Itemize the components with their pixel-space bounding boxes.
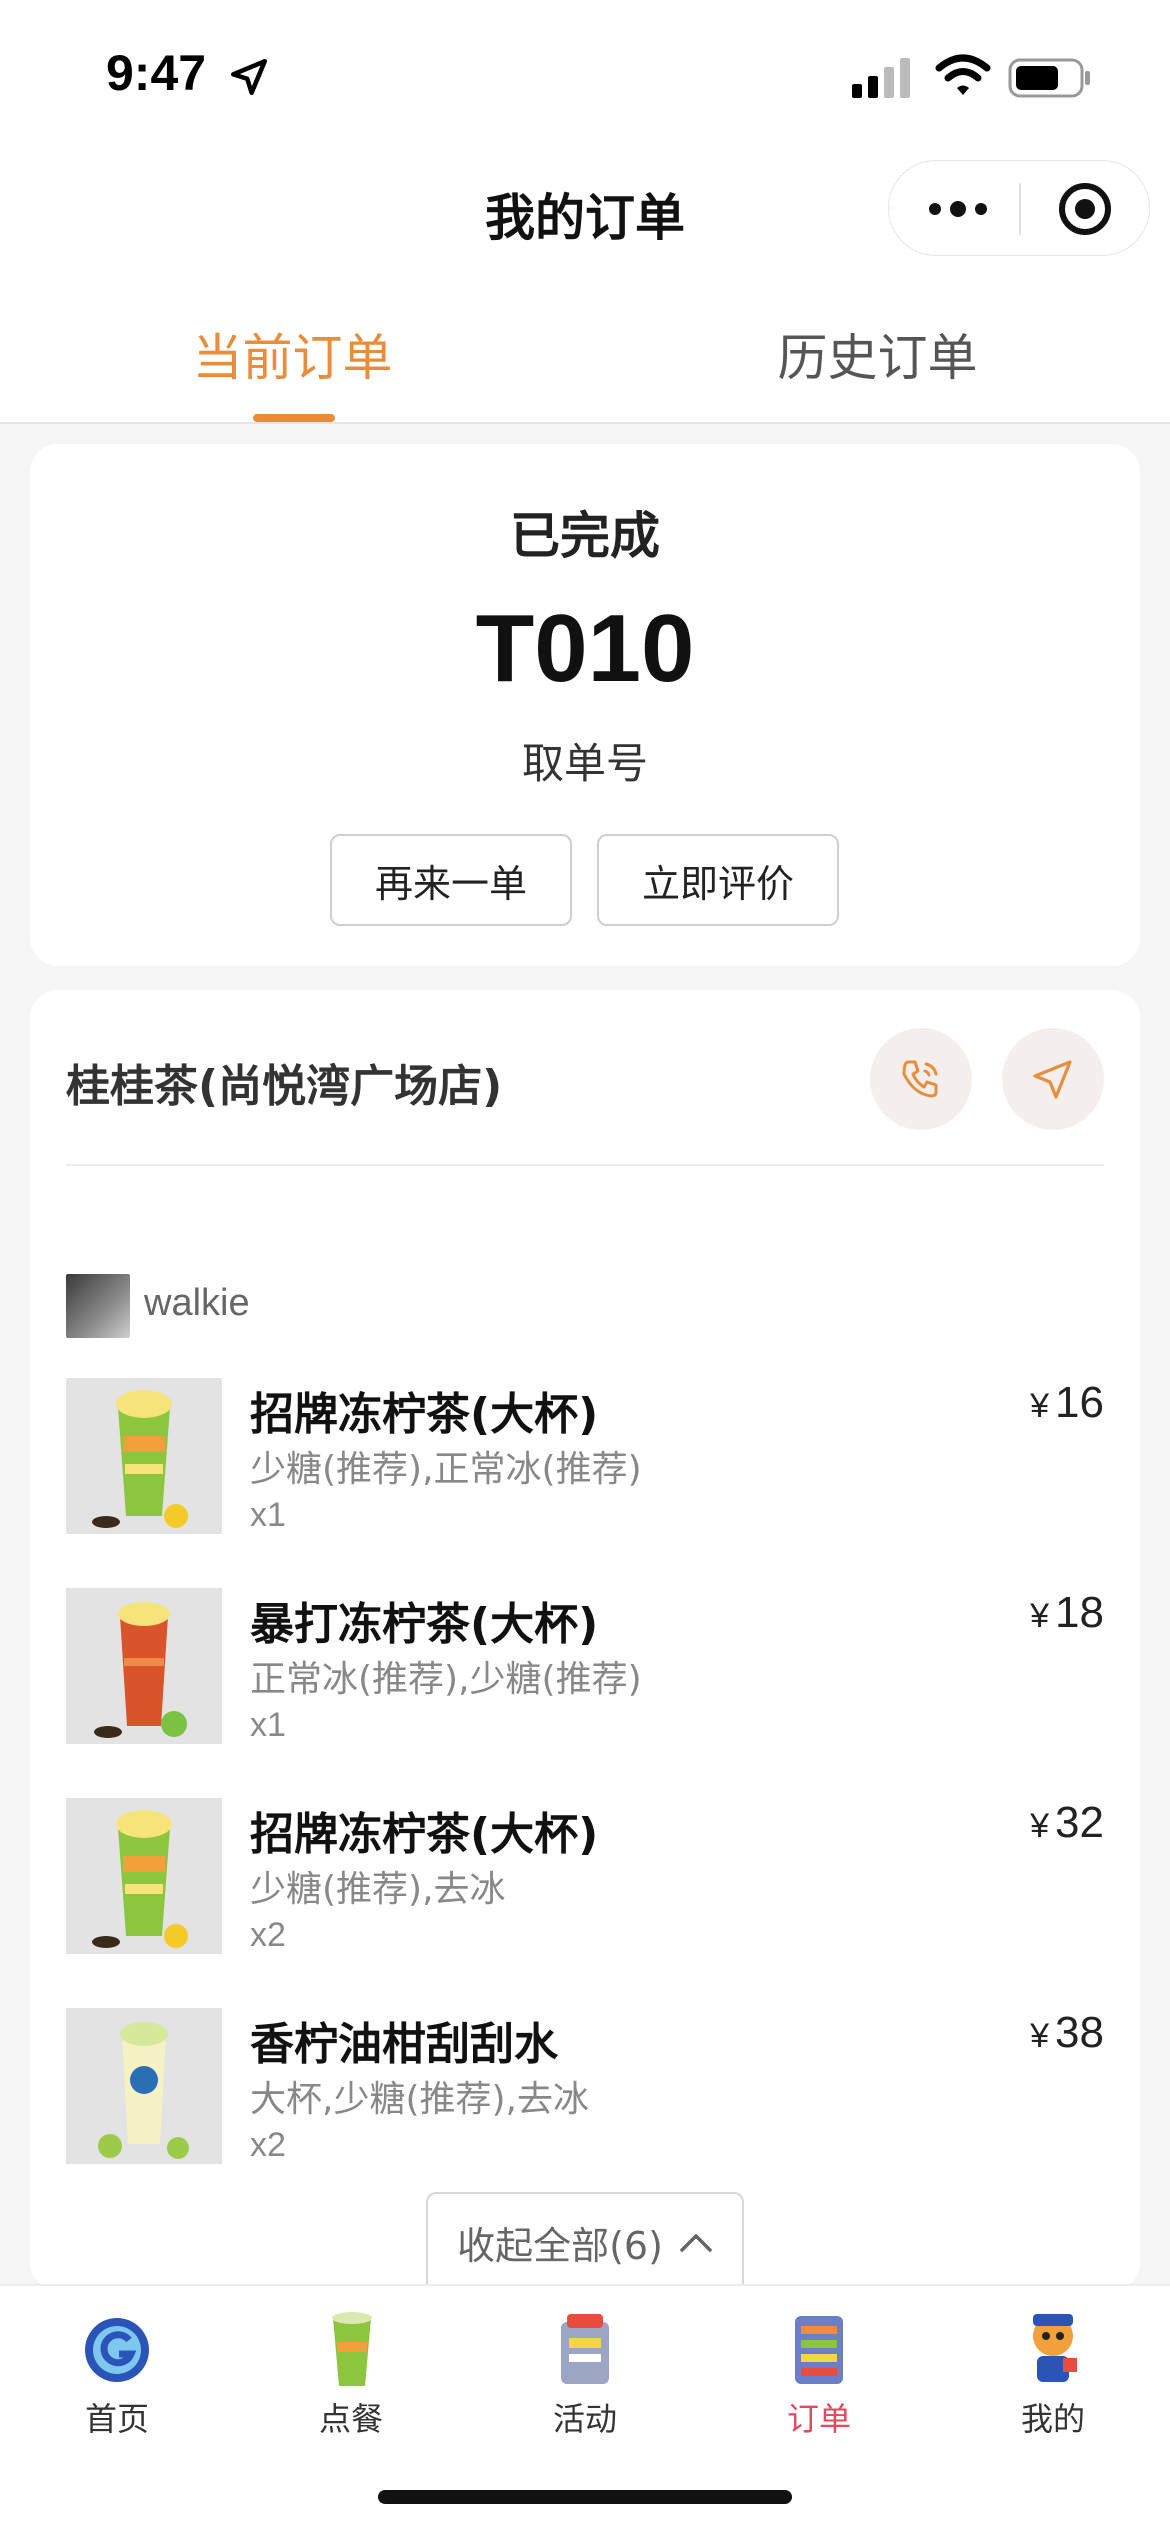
order-item: 暴打冻柠茶(大杯) 正常冰(推荐),少糖(推荐) x1 ¥18 <box>30 1588 1140 1768</box>
tabbar-label: 订单 <box>786 2400 851 2438</box>
capsule-divider <box>1019 183 1021 235</box>
call-store-button[interactable] <box>870 1028 972 1130</box>
location-arrow-icon <box>230 58 268 96</box>
item-quantity: x2 <box>250 2126 286 2164</box>
item-spec: 正常冰(推荐),少糖(推荐) <box>250 1659 642 1700</box>
tab-current-orders[interactable]: 当前订单 <box>0 318 585 390</box>
currency-symbol: ¥ <box>1030 1807 1050 1845</box>
tabbar-label: 活动 <box>552 2400 617 2438</box>
mascot-icon <box>1033 2314 1077 2382</box>
store-divider <box>66 1164 1104 1166</box>
currency-symbol: ¥ <box>1030 1387 1050 1425</box>
item-spec: 少糖(推荐),去冰 <box>250 1869 506 1910</box>
order-tabs: 当前订单 历史订单 <box>0 270 1170 424</box>
item-name: 招牌冻柠茶(大杯) <box>250 1389 599 1440</box>
currency-symbol: ¥ <box>1030 2017 1050 2055</box>
order-icon <box>795 2316 843 2384</box>
item-name: 香柠油柑刮刮水 <box>250 2019 558 2070</box>
item-quantity: x2 <box>250 1916 286 1954</box>
status-bar: 9:47 <box>0 0 1170 150</box>
item-name: 招牌冻柠茶(大杯) <box>250 1809 599 1860</box>
order-item: 香柠油柑刮刮水 大杯,少糖(推荐),去冰 x2 ¥38 <box>30 2008 1140 2188</box>
user-avatar <box>66 1274 130 1338</box>
more-dots-icon[interactable] <box>927 193 989 225</box>
currency-symbol: ¥ <box>1030 1597 1050 1635</box>
collapse-all-button[interactable]: 收起全部(6) <box>426 2192 744 2290</box>
tabbar-label: 点餐 <box>318 2400 383 2438</box>
collapse-label: 收起全部(6) <box>457 2223 663 2268</box>
order-item: 招牌冻柠茶(大杯) 少糖(推荐),去冰 x2 ¥32 <box>30 1798 1140 1978</box>
price-value: 32 <box>1055 1798 1104 1847</box>
tabbar-label: 首页 <box>84 2400 149 2438</box>
lemon-tea-green-cup-image <box>66 1378 222 1534</box>
home-logo-icon <box>85 2318 149 2382</box>
battery-icon <box>1008 58 1090 98</box>
status-time: 9:47 <box>106 45 207 101</box>
tabbar-item-me[interactable]: 我的 <box>936 2302 1170 2452</box>
tabbar-item-order-food[interactable]: 点餐 <box>234 2302 468 2452</box>
item-price: ¥16 <box>1030 1378 1104 1428</box>
item-price: ¥32 <box>1030 1798 1104 1848</box>
lemon-tea-red-cup-image <box>66 1588 222 1744</box>
navigate-store-button[interactable] <box>1002 1028 1104 1130</box>
item-spec: 少糖(推荐),正常冰(推荐) <box>250 1449 642 1490</box>
item-quantity: x1 <box>250 1706 286 1744</box>
reorder-button[interactable]: 再来一单 <box>330 834 572 926</box>
tabbar-item-orders[interactable]: 订单 <box>702 2302 936 2452</box>
drink-cup-icon <box>332 2312 372 2386</box>
chevron-up-icon <box>680 2234 712 2252</box>
mini-program-capsule <box>888 160 1150 256</box>
price-value: 16 <box>1055 1378 1104 1427</box>
price-value: 18 <box>1055 1588 1104 1637</box>
home-indicator[interactable] <box>378 2490 792 2504</box>
navigation-arrow-icon <box>1033 1060 1072 1099</box>
cellular-signal-icon <box>852 58 910 98</box>
lemon-tea-green-cup-image <box>66 1798 222 1954</box>
close-target-icon[interactable] <box>1057 181 1113 237</box>
item-quantity: x1 <box>250 1496 286 1534</box>
wifi-icon <box>935 54 991 95</box>
nav-header: 我的订单 <box>0 150 1170 270</box>
user-name: walkie <box>144 1282 250 1324</box>
tabbar-label: 我的 <box>1020 2400 1085 2438</box>
tab-history-orders[interactable]: 历史订单 <box>585 318 1170 390</box>
pickup-code: T010 <box>475 595 695 702</box>
item-price: ¥38 <box>1030 2008 1104 2058</box>
citrus-drink-cup-image <box>66 2008 222 2164</box>
item-price: ¥18 <box>1030 1588 1104 1638</box>
review-button[interactable]: 立即评价 <box>597 834 839 926</box>
active-tab-indicator <box>253 414 335 422</box>
price-value: 38 <box>1055 2008 1104 2057</box>
order-item: 招牌冻柠茶(大杯) 少糖(推荐),正常冰(推荐) x1 ¥16 <box>30 1378 1140 1558</box>
tabbar-item-home[interactable]: 首页 <box>0 2302 234 2452</box>
order-status-card: 已完成 T010 取单号 再来一单 立即评价 <box>30 444 1140 966</box>
order-state: 已完成 <box>510 507 660 565</box>
item-spec: 大杯,少糖(推荐),去冰 <box>250 2079 589 2120</box>
phone-icon <box>902 1060 938 1098</box>
pickup-label: 取单号 <box>521 739 648 788</box>
item-name: 暴打冻柠茶(大杯) <box>250 1599 599 1650</box>
activity-icon <box>561 2314 609 2384</box>
store-name: 桂桂茶(尚悦湾广场店) <box>66 1061 503 1112</box>
order-detail-card: 桂桂茶(尚悦湾广场店) walkie 招牌冻柠茶(大杯) 少糖(推荐),正常冰(… <box>30 990 1140 2290</box>
tabbar-item-activity[interactable]: 活动 <box>468 2302 702 2452</box>
